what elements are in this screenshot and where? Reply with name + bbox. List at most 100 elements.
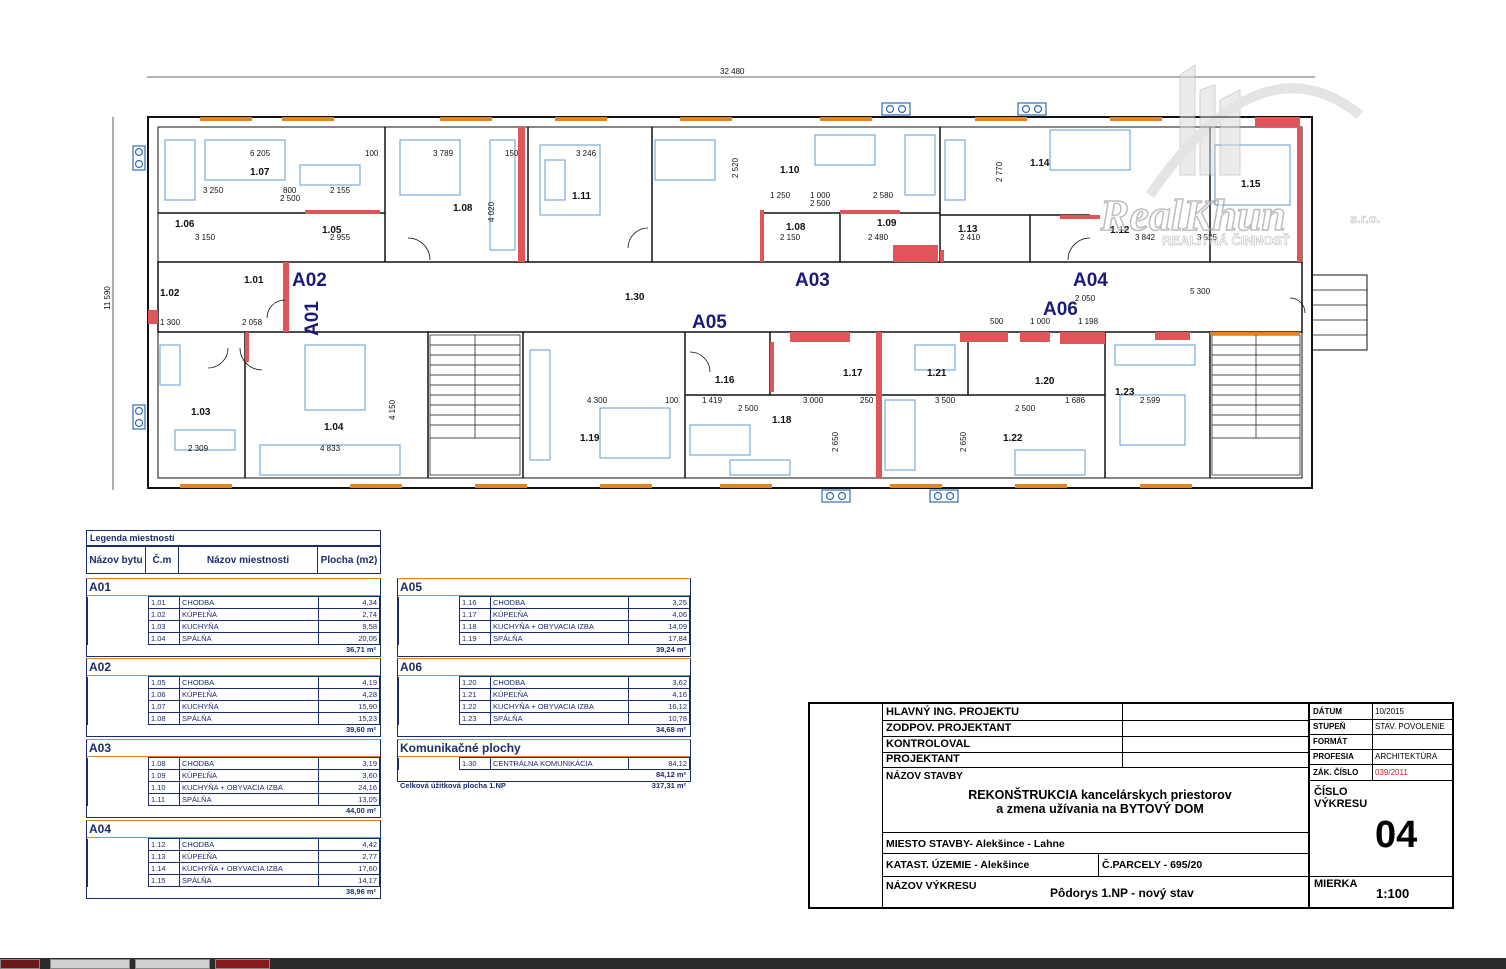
legend-unit-cell — [398, 596, 460, 609]
dim-text: 2 500 — [280, 194, 301, 203]
legend-unit-cell — [87, 700, 149, 713]
legend-total-value: 317,31 m² — [651, 781, 686, 790]
legend-unit-cell — [87, 850, 149, 863]
legend-cell-area: 2,77 — [318, 850, 380, 863]
legend-cell-area: 17,60 — [318, 862, 380, 875]
dim-text: 4 150 — [388, 399, 397, 420]
legend-unit-cell — [87, 676, 149, 689]
legend-group-sum: 39,24 m² — [655, 645, 686, 654]
legend-unit-cell — [87, 769, 149, 782]
legend-row: 1.23 SPÁLŇA 10,78 — [398, 712, 690, 725]
legend-cell-name: SPÁLŇA — [179, 712, 319, 725]
legend-group-table: 1.08 CHODBA 3,19 1.09 KÚPEĽŇA 3,60 1.10 KUCHYŇA… — [87, 757, 380, 806]
legend-group: A03 1.08 CHODBA 3,19 1.09 KÚPEĽŇA 3,60 1.10 KUCH… — [86, 739, 381, 818]
taskbar-app-button[interactable] — [50, 959, 130, 969]
legend-unit-cell — [398, 688, 460, 701]
watermark-suffix: s.r.o. — [1350, 211, 1380, 226]
legend-unit-cell — [398, 608, 460, 621]
room-label: 1.19 — [580, 433, 600, 444]
legend-cell-no: 1.17 — [459, 608, 491, 621]
legend-cell-no: 1.19 — [459, 632, 491, 645]
legend-cell-no: 1.21 — [459, 688, 491, 701]
title-block: HLAVNÝ ING. PROJEKTU ZODPOV. PROJEKTANT … — [808, 702, 1454, 909]
room-label: 1.08 — [786, 222, 806, 233]
dim-text: 6 205 — [250, 149, 271, 158]
legend-total-label: Celková úžitková plocha 1.NP — [400, 781, 506, 790]
legend-cell-area: 4,16 — [628, 688, 690, 701]
legend-cell-name: CHODBA — [490, 676, 629, 689]
col-unit-header: Názov bytu — [86, 546, 146, 574]
legend-group-title: A05 — [398, 579, 690, 596]
tb-projektant: PROJEKTANT — [886, 753, 960, 765]
legend-cell-name: SPÁLŇA — [490, 712, 629, 725]
dim-text: 1 300 — [160, 318, 181, 327]
legend-cell-name: SPÁLŇA — [179, 793, 319, 806]
legend-unit-cell — [87, 781, 149, 794]
dim-text: 2 955 — [330, 233, 351, 242]
legend-cell-no: 1.14 — [148, 862, 180, 875]
tb-parcely: Č.PARCELY - 695/20 — [1102, 859, 1203, 871]
unit-label-a03: A03 — [795, 270, 830, 291]
legend-cell-name: KUCHYŇA — [179, 700, 319, 713]
col-name-header: Názov miestnosti — [178, 546, 318, 574]
legend-group: A05 1.16 CHODBA 3,25 1.17 KÚPEĽŇA 4,06 1.18 KUCH… — [397, 578, 691, 657]
tb-profesia: ARCHITEKTÚRA — [1375, 752, 1438, 761]
dim-text: 250 — [860, 396, 874, 405]
room-label: 1.01 — [244, 275, 264, 286]
dim-text: 2 410 — [960, 233, 981, 242]
dim-text: 2 599 — [1140, 396, 1161, 405]
legend-row: 1.05 CHODBA 4,19 — [87, 676, 380, 689]
taskbar — [0, 958, 1506, 969]
legend-group-title: A04 — [87, 821, 380, 838]
legend-group-table: 1.01 CHODBA 4,34 1.02 KÚPEĽŇA 2,74 1.03 KUCHYŇA… — [87, 596, 380, 645]
legend-cell-no: 1.22 — [459, 700, 491, 713]
tb-mierka-label: MIERKA — [1314, 878, 1358, 890]
legend-cell-no: 1.03 — [148, 620, 180, 633]
legend-cell-name: KUCHYŇA + OBYVACIA IZBA — [179, 781, 319, 794]
legend-cell-name: KUCHYŇA + OBYVACIA IZBA — [490, 620, 629, 633]
legend-row: 1.08 CHODBA 3,19 — [87, 757, 380, 770]
dim-text: 3 250 — [203, 186, 224, 195]
room-label: 1.08 — [453, 203, 473, 214]
dim-text: 2 309 — [188, 444, 209, 453]
unit-label-a05: A05 — [692, 312, 727, 333]
legend-unit-cell — [398, 700, 460, 713]
legend-unit-cell — [87, 793, 149, 806]
legend-total-row: Celková úžitková plocha 1.NP 317,31 m² — [400, 781, 690, 790]
legend-group: A02 1.05 CHODBA 4,19 1.06 KÚPEĽŇA 4,28 1.07 KUCH… — [86, 658, 381, 737]
legend-cell-area: 2,74 — [318, 608, 380, 621]
start-button[interactable] — [0, 959, 40, 969]
staircase-right — [1211, 334, 1301, 476]
legend-unit-cell — [87, 874, 149, 887]
dim-text: 5 300 — [1190, 287, 1211, 296]
dim-text: 1 250 — [770, 191, 791, 200]
taskbar-app-button[interactable] — [135, 959, 210, 969]
tb-cislo-label-2: VÝKRESU — [1314, 798, 1368, 810]
legend-row: 1.04 SPÁLŇA 20,05 — [87, 632, 380, 645]
legend-cell-name: CHODBA — [179, 596, 319, 609]
dim-text: 2 770 — [995, 161, 1004, 182]
legend-cell-area: 20,05 — [318, 632, 380, 645]
legend-group-sum: 44,00 m² — [345, 806, 376, 815]
legend-title: Legenda miestností — [86, 530, 381, 546]
legend-cell-area: 16,12 — [628, 700, 690, 713]
dim-text: 3 246 — [576, 149, 597, 158]
tb-cislo-label-1: ČÍSLO — [1314, 786, 1348, 798]
tb-zodpov: ZODPOV. PROJEKTANT — [886, 722, 1012, 734]
tb-nazov-vykresu-label: NÁZOV VÝKRESU — [886, 880, 977, 892]
legend-group: A06 1.20 CHODBA 3,62 1.21 KÚPEĽŇA 4,16 1.22 KUCH… — [397, 658, 691, 737]
legend-cell-no: 1.11 — [148, 793, 180, 806]
staircase-left — [429, 334, 521, 476]
room-label: 1.06 — [175, 219, 195, 230]
legend-cell-no: 1.23 — [459, 712, 491, 725]
tb-stupen-label: STUPEŇ — [1313, 722, 1346, 731]
taskbar-app-button[interactable] — [215, 959, 270, 969]
legend-cell-name: CHODBA — [179, 757, 319, 770]
tb-format-label: FORMÁT — [1313, 737, 1348, 746]
legend-cell-no: 1.04 — [148, 632, 180, 645]
legend-row: 1.09 KÚPEĽŇA 3,60 — [87, 769, 380, 782]
legend-cell-no: 1.02 — [148, 608, 180, 621]
legend-cell-no: 1.30 — [459, 757, 491, 770]
legend-unit-cell — [87, 712, 149, 725]
legend-cell-name: KUCHYŇA + OBYVACIA IZBA — [490, 700, 629, 713]
